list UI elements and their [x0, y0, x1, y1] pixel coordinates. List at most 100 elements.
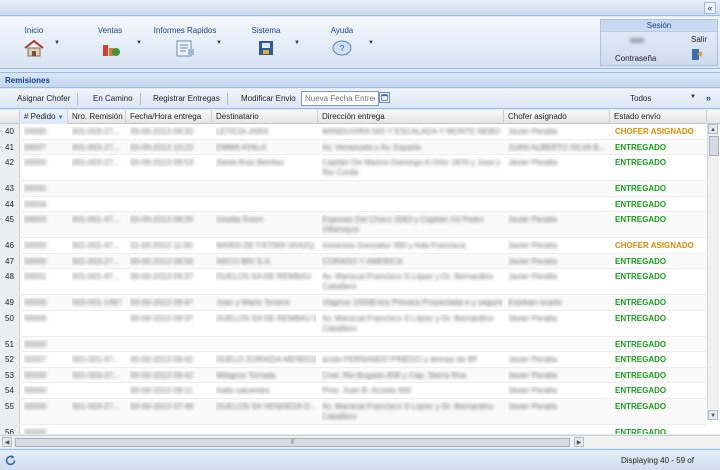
- status-filter-select[interactable]: Todos: [630, 94, 651, 103]
- scroll-left-icon[interactable]: ◀: [2, 437, 12, 447]
- modify-shipment-button[interactable]: Modificar Envio: [241, 94, 296, 103]
- calendar-icon[interactable]: [379, 92, 390, 103]
- on-the-way-button[interactable]: En Camino: [93, 94, 133, 103]
- cell-dest: Gisella Rolon: [216, 215, 264, 224]
- cell-pedido: 00003: [24, 215, 47, 224]
- cell-dest: Inala valuentes: [216, 386, 270, 395]
- table-row[interactable]: 50 00006 00-00-2013 09:37 DUELOS SA DE REMB…: [0, 310, 706, 337]
- cell-pedido: 00001: [24, 272, 47, 281]
- table-row[interactable]: 43 00000 ENTREGADO: [0, 181, 706, 197]
- cell-remision: 001-003-27...: [72, 401, 120, 411]
- chevron-down-icon[interactable]: ▼: [54, 40, 60, 46]
- cell-pedido: 00000: [24, 386, 47, 395]
- ribbon-sistema-button[interactable]: Sistema ▼: [248, 20, 300, 66]
- cell-pedido: 00000: [24, 241, 47, 250]
- cell-dest: Joan y Marie Tenece: [216, 298, 290, 307]
- cell-fecha: 00-00-2013 07:49: [130, 401, 194, 411]
- column-header-fecha[interactable]: Fecha/Hora entrega: [126, 110, 212, 124]
- cell-pedido: 00000: [24, 401, 47, 411]
- session-user-value: [630, 38, 644, 43]
- table-row[interactable]: 41 00007 001-003-27... 00-00-2013 10:22 EMMA…: [0, 139, 706, 155]
- table-row[interactable]: 55 00000 001-003-27... 00-00-2013 07:49 DUEL…: [0, 398, 706, 425]
- chevron-down-icon[interactable]: ▼: [368, 40, 374, 46]
- table-row[interactable]: 46 00000 001-001-47... 01-00-2013 11:00 MARÍ…: [0, 238, 706, 254]
- column-header-chofer[interactable]: Chofer asignado: [504, 110, 610, 124]
- table-row[interactable]: 54 00000 00-00-2013 09:11 Inala valuentes Pr…: [0, 383, 706, 399]
- vertical-scrollbar[interactable]: ▲ ▼: [707, 124, 719, 420]
- cell-pedido: 00000: [24, 370, 47, 380]
- assign-driver-button[interactable]: Asignar Chofer: [17, 94, 70, 103]
- table-row[interactable]: 53 00000 001-003-27... 00-00-2013 09:42 Mila…: [0, 367, 706, 383]
- column-header-pedido[interactable]: # Pedido ▼: [20, 110, 68, 124]
- cell-estado: ENTREGADO: [615, 298, 667, 307]
- exit-label: Salir: [690, 35, 707, 44]
- cell-fecha: 00-00-2013 09:53: [130, 158, 194, 167]
- ribbon-sistema-label: Sistema: [251, 26, 281, 35]
- remisiones-grid: # Pedido ▼ Nro. Remisión Fecha/Hora entre…: [0, 110, 720, 434]
- scroll-up-icon[interactable]: ▲: [708, 124, 718, 134]
- chevron-down-icon[interactable]: ▼: [136, 40, 142, 46]
- cell-remision: 001-003-27...: [72, 256, 120, 266]
- new-delivery-date-input[interactable]: [301, 91, 379, 106]
- table-row[interactable]: 44 00004 ENTREGADO: [0, 196, 706, 212]
- ribbon-inicio-button[interactable]: Inicio ▼: [18, 20, 60, 66]
- column-header-direccion[interactable]: Dirección entrega: [318, 110, 504, 124]
- cell-fecha: 00-00-2013 09:37: [130, 313, 194, 323]
- more-tools-icon[interactable]: »: [706, 93, 711, 103]
- table-row[interactable]: 40 00000 001-003-27... 00-00-2013 09:32 LETI…: [0, 124, 706, 140]
- password-button[interactable]: Contraseña: [615, 54, 656, 63]
- table-row[interactable]: 45 00003 001-001-47... 00-00-2013 09:35 Gise…: [0, 212, 706, 238]
- row-number: 49: [0, 295, 20, 310]
- column-header-remision[interactable]: Nro. Remisión: [68, 110, 126, 124]
- ribbon-ayuda-button[interactable]: Ayuda ? ▼: [324, 20, 374, 66]
- row-number: 40: [0, 124, 20, 139]
- chevron-down-icon[interactable]: ▼: [294, 40, 300, 46]
- cell-pedido: 00004: [24, 199, 47, 209]
- table-row[interactable]: 47 00000 001-003-27... 00-00-2013 09:56 ARCO…: [0, 253, 706, 269]
- cell-dir: Av. Mariscal Francisco S López y Dr. Ber…: [322, 272, 494, 291]
- refresh-icon[interactable]: [4, 454, 17, 467]
- toolbar-separator: [140, 93, 141, 105]
- cell-fecha: 01-00-2013 11:00: [130, 241, 193, 250]
- scroll-right-icon[interactable]: ▶: [574, 437, 584, 447]
- cell-pedido: 00000: [24, 339, 47, 349]
- ribbon-informes-button[interactable]: Informes Rapidos ▼: [152, 20, 222, 66]
- cell-dest: ARCO BRI S.A.: [216, 256, 273, 266]
- vertical-scroll-thumb[interactable]: [709, 136, 719, 156]
- cell-pedido: 00007: [24, 355, 47, 364]
- cell-pedido: 00000: [24, 158, 47, 167]
- table-row[interactable]: 48 00001 001-001-47... 00-00-2013 09:37 DUEL…: [0, 269, 706, 295]
- horizontal-scroll-thumb[interactable]: |||: [15, 438, 570, 447]
- cell-remision: 001-001-47...: [72, 272, 120, 281]
- column-header-destinatario[interactable]: Destinatario: [212, 110, 318, 124]
- collapse-ribbon-icon[interactable]: «: [704, 2, 716, 14]
- cell-dest: DUELO ZORAIDA MENDOZA...: [216, 355, 316, 364]
- cell-dir: acote FERNANDO PINEDO y demas de 8P: [322, 355, 478, 364]
- top-strip: «: [0, 0, 720, 16]
- horizontal-scrollbar[interactable]: ◀ ||| ▶: [0, 435, 720, 448]
- cell-dir: Viagnos 1000Entre Primera Proyectada e y…: [322, 298, 502, 307]
- cell-estado: ENTREGADO: [615, 272, 667, 281]
- cell-chofer: Javier Peralta: [508, 355, 557, 364]
- cell-estado: CHOFER ASIGNADO: [615, 241, 694, 250]
- column-header-estado[interactable]: Estado envío: [610, 110, 707, 124]
- cell-estado: ENTREGADO: [615, 142, 667, 152]
- register-deliveries-button[interactable]: Registrar Entregas: [153, 94, 220, 103]
- scroll-down-icon[interactable]: ▼: [708, 410, 718, 420]
- chevron-down-icon[interactable]: ▼: [216, 40, 222, 46]
- table-row[interactable]: 56 00000 ENTREGADO: [0, 424, 706, 434]
- cell-remision: 001-003-27...: [72, 370, 120, 380]
- table-row[interactable]: 52 00007 001-001-47... 00-00-2013 09:42 DUEL…: [0, 352, 706, 368]
- cell-remision: 002-001-1497: [72, 298, 122, 307]
- exit-icon[interactable]: [691, 47, 703, 61]
- cell-chofer: Javier Peralta: [508, 158, 557, 167]
- table-row[interactable]: 51 00000 ENTREGADO: [0, 336, 706, 352]
- chevron-down-icon[interactable]: ▼: [690, 94, 696, 100]
- cell-pedido: 00006: [24, 313, 47, 323]
- table-row[interactable]: 49 00000 002-001-1497 00-00-2013 09:47 Joan …: [0, 295, 706, 311]
- ribbon-ventas-button[interactable]: Ventas ▼: [90, 20, 142, 66]
- cell-dest: MARÍA DE FÁTIMA VAAZQ...: [216, 241, 316, 250]
- table-row[interactable]: 42 00000 001-003-27... 00-00-2013 09:53 Said…: [0, 155, 706, 181]
- row-number: 46: [0, 238, 20, 253]
- home-icon: [24, 39, 44, 57]
